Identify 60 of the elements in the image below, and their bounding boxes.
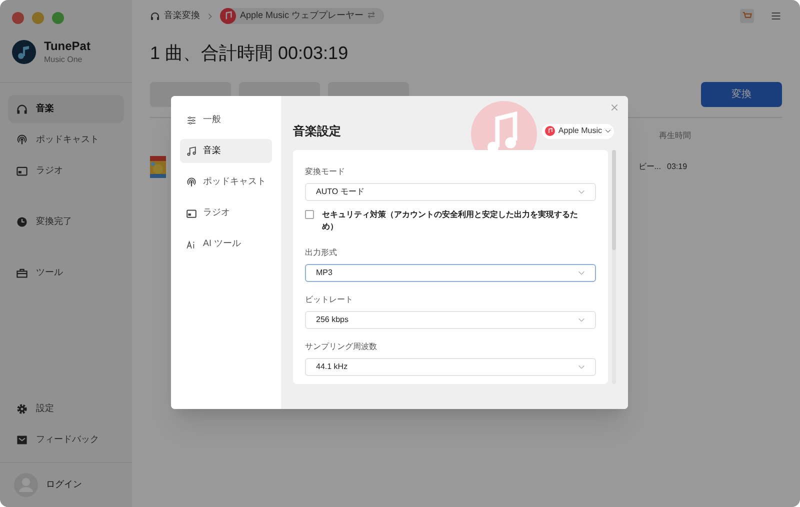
podcast-icon	[186, 176, 197, 188]
sidebar-item[interactable]: 設定	[8, 395, 124, 423]
radio-icon	[16, 165, 28, 177]
music-app-icon	[220, 8, 236, 24]
scrollbar[interactable]	[612, 150, 616, 384]
dropdown-field[interactable]: 256 kbps	[305, 311, 596, 329]
checkbox[interactable]	[305, 210, 314, 219]
setting-label: ビットレート	[305, 294, 354, 306]
toolbox-icon	[16, 267, 28, 279]
music-note-icon	[186, 146, 197, 156]
dropdown-field[interactable]: AUTO モード	[305, 183, 596, 201]
breadcrumb-link[interactable]: 音楽変換	[150, 9, 200, 23]
sidebar-item[interactable]: ツール	[8, 259, 124, 287]
chevron-down-icon	[605, 129, 611, 133]
envelope-icon	[16, 434, 28, 446]
sidebar-item[interactable]: ラジオ	[8, 157, 124, 185]
sidebar-item[interactable]: ポッドキャスト	[8, 126, 124, 154]
sidebar-item[interactable]: 音楽	[8, 95, 124, 123]
settings-nav-item[interactable]: ラジオ	[180, 201, 272, 225]
chevron-down-icon	[578, 365, 585, 369]
ai-icon	[186, 238, 197, 250]
settings-nav-item[interactable]: ポッドキャスト	[180, 170, 272, 194]
dialog-title: 音楽設定	[293, 123, 341, 140]
track-duration: 03:19	[667, 161, 688, 173]
radio-icon	[186, 208, 197, 218]
page-title: 1 曲、合計時間 00:03:19	[150, 42, 350, 65]
sidebar-item[interactable]: 変換完了	[8, 208, 124, 236]
chevron-down-icon	[578, 318, 585, 322]
source-dropdown[interactable]: Apple Music	[542, 124, 614, 138]
headphones-icon	[150, 11, 160, 21]
clock-icon	[16, 216, 28, 228]
dropdown-field[interactable]: 44.1 kHz	[305, 358, 596, 376]
chevron-down-icon	[578, 190, 585, 194]
app-subtitle: Music One	[44, 54, 84, 66]
source-selector[interactable]: Apple Music ウェブプレーヤー ⇄	[220, 8, 384, 24]
setting-label: 変換モード	[305, 166, 346, 178]
app-logo-icon	[12, 40, 36, 64]
settings-nav-item[interactable]: 一般	[180, 108, 272, 132]
settings-nav-item[interactable]: AI ツール	[180, 232, 272, 256]
convert-button[interactable]: 変換	[701, 82, 782, 107]
music-app-icon	[545, 126, 556, 136]
track-title: ビー...	[638, 161, 661, 173]
menu-icon[interactable]	[770, 10, 782, 22]
sliders-icon	[186, 114, 197, 126]
close-icon[interactable]	[611, 104, 618, 111]
settings-nav-item[interactable]: 音楽	[180, 139, 272, 163]
setting-label: 出力形式	[305, 247, 338, 259]
podcast-icon	[16, 134, 28, 146]
sidebar-item[interactable]: フィードバック	[8, 426, 124, 454]
setting-label: サンプリング周波数	[305, 341, 378, 353]
checkbox-label: セキュリティ対策（アカウントの安全利用と安定した出力を実現するため）	[322, 209, 579, 233]
login-link[interactable]: ログイン	[46, 478, 82, 492]
headphones-icon	[16, 103, 28, 115]
chevron-down-icon	[578, 271, 585, 275]
chevron-right-icon	[208, 12, 212, 20]
settings-icon	[16, 403, 28, 415]
dropdown-field[interactable]: MP3	[305, 264, 596, 282]
column-header: 再生時間	[659, 130, 691, 142]
app-name: TunePat	[44, 38, 90, 54]
cart-icon[interactable]	[740, 9, 754, 23]
